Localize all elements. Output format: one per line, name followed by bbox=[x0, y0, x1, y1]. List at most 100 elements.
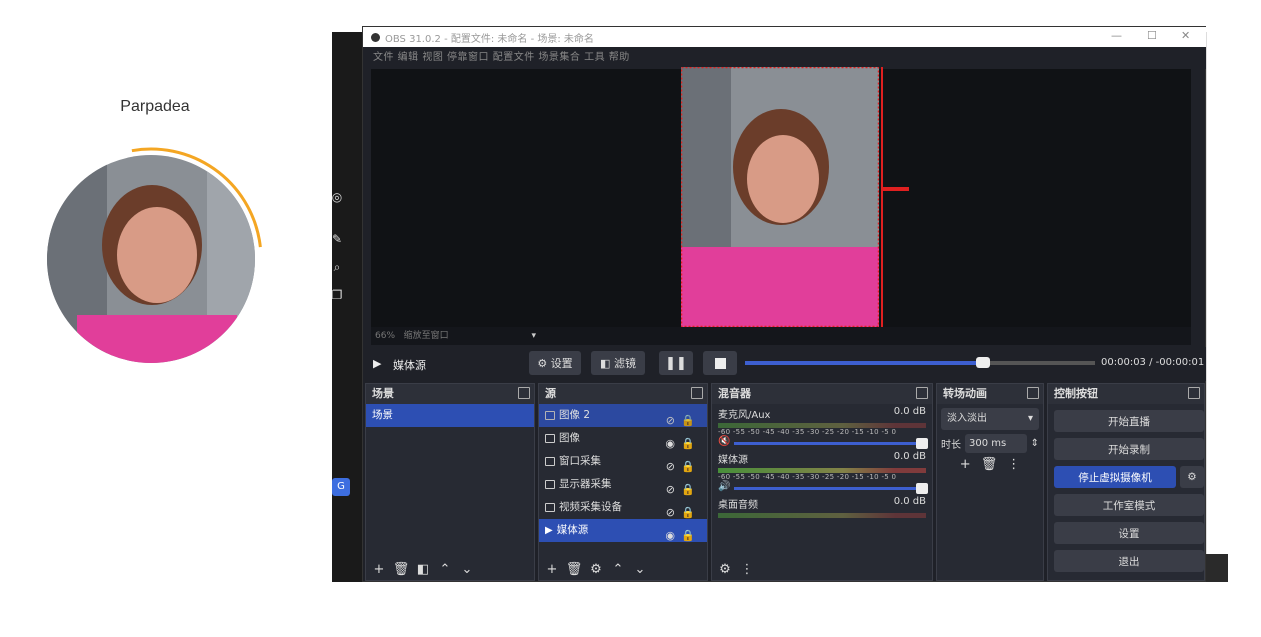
scenes-header: 场景 bbox=[366, 384, 534, 404]
preview-photo-icon bbox=[681, 67, 879, 327]
search-icon[interactable]: ⌕ bbox=[330, 260, 344, 274]
dock-icon[interactable] bbox=[691, 387, 703, 399]
close-icon[interactable]: ✕ bbox=[1181, 29, 1190, 42]
pause-button[interactable]: ❚❚ bbox=[659, 351, 693, 375]
level-meter bbox=[718, 468, 926, 473]
add-icon[interactable]: + bbox=[370, 562, 388, 577]
controls-title: 控制按钮 bbox=[1054, 387, 1098, 400]
zoom-dropdown-icon[interactable]: ▾ bbox=[532, 331, 537, 341]
time-display: 00:00:03 / -00:00:01 bbox=[1101, 357, 1204, 368]
scenes-panel: 场景 场景 + 🗑 ◧ ⌃ ⌄ bbox=[365, 383, 535, 581]
control-settings-button[interactable]: 设置 bbox=[1054, 522, 1204, 544]
mixer-track: 媒体源 0.0 dB -60 -55 -50 -45 -40 -35 -30 -2… bbox=[712, 449, 932, 494]
dock-icon[interactable] bbox=[916, 387, 928, 399]
track-db: 0.0 dB bbox=[893, 496, 926, 507]
source-item[interactable]: 窗口采集 ⊘ 🔒 bbox=[539, 450, 707, 473]
source-item[interactable]: 图像 ◉ 🔒 bbox=[539, 427, 707, 450]
image-icon bbox=[545, 411, 555, 420]
minimize-icon[interactable]: — bbox=[1111, 29, 1122, 42]
transitions-title: 转场动画 bbox=[943, 387, 987, 400]
exit-button[interactable]: 退出 bbox=[1054, 550, 1204, 572]
speaker-icon[interactable]: 🔊 bbox=[718, 481, 730, 492]
sources-footer: + 🗑 ⚙ ⌃ ⌄ bbox=[539, 558, 707, 580]
trash-icon[interactable]: 🗑 bbox=[392, 562, 410, 577]
start-record-button[interactable]: 开始录制 bbox=[1054, 438, 1204, 460]
transition-select[interactable]: 淡入淡出 ▾ bbox=[941, 408, 1039, 430]
controls-header: 控制按钮 bbox=[1048, 384, 1204, 404]
menu-bar[interactable]: 文件 编辑 视图 停靠窗口 配置文件 场景集合 工具 帮助 bbox=[363, 47, 1207, 69]
settings-button[interactable]: ⚙ 设置 bbox=[529, 351, 581, 375]
copy-icon[interactable]: ❐ bbox=[330, 288, 344, 302]
start-stream-button[interactable]: 开始直播 bbox=[1054, 410, 1204, 432]
scene-item[interactable]: 场景 bbox=[366, 404, 534, 427]
source-item[interactable]: 视频采集设备 ⊘ 🔒 bbox=[539, 496, 707, 519]
track-name: 媒体源 bbox=[718, 455, 748, 466]
seek-track[interactable] bbox=[745, 357, 1095, 368]
gear-icon[interactable]: ⚙ bbox=[587, 562, 605, 577]
obs-window: OBS 31.0.2 - 配置文件: 未命名 - 场景: 未命名 — ☐ ✕ 文… bbox=[362, 26, 1207, 582]
chevron-up-icon[interactable]: ⌃ bbox=[436, 562, 454, 577]
studio-mode-button[interactable]: 工作室模式 bbox=[1054, 494, 1204, 516]
controls-panel: 控制按钮 开始直播 开始录制 停止虚拟摄像机 ⚙ 工作室模式 设置 退出 bbox=[1047, 383, 1205, 581]
profile-name: Parpadea bbox=[120, 98, 190, 115]
level-meter bbox=[718, 423, 926, 428]
duration-input[interactable]: 300 ms bbox=[965, 434, 1027, 453]
dropdown-icon: ▾ bbox=[1027, 413, 1033, 424]
virtual-cam-settings-button[interactable]: ⚙ bbox=[1180, 466, 1204, 488]
mixer-footer: ⚙ ⋮ bbox=[712, 558, 932, 580]
seek-fill bbox=[745, 361, 983, 365]
play-icon[interactable]: ▶ bbox=[373, 357, 381, 370]
maximize-icon[interactable]: ☐ bbox=[1147, 29, 1157, 42]
gear-icon[interactable]: ⚙ bbox=[716, 562, 734, 577]
volume-slider[interactable] bbox=[734, 438, 928, 449]
source-item[interactable]: 显示器采集 ⊘ 🔒 bbox=[539, 473, 707, 496]
openai-icon[interactable]: ◎ bbox=[330, 190, 344, 204]
trash-icon[interactable]: 🗑 bbox=[565, 562, 583, 577]
zoom-bar[interactable]: 66% 缩放至窗口 ▾ bbox=[371, 327, 1191, 345]
media-controls: ▶ 媒体源 ⚙ 设置 ◧ 滤镜 ❚❚ 00:00:03 / -00:00:01 bbox=[363, 347, 1207, 381]
trash-icon[interactable]: 🗑 bbox=[981, 457, 998, 472]
obs-titlebar: OBS 31.0.2 - 配置文件: 未命名 - 场景: 未命名 — ☐ ✕ bbox=[363, 27, 1207, 47]
dock-icon[interactable] bbox=[518, 387, 530, 399]
chevron-up-icon[interactable]: ⌃ bbox=[609, 562, 627, 577]
translate-icon[interactable]: G bbox=[332, 478, 350, 496]
add-icon[interactable]: + bbox=[960, 457, 971, 472]
preview-source[interactable] bbox=[681, 67, 879, 327]
camera-icon bbox=[545, 503, 555, 512]
chevron-down-icon[interactable]: ⌄ bbox=[631, 562, 649, 577]
obs-logo-icon bbox=[371, 32, 380, 42]
filter-icon: ◧ bbox=[600, 356, 611, 370]
selection-handle[interactable] bbox=[883, 187, 909, 191]
filter-button[interactable]: ◧ 滤镜 bbox=[591, 351, 645, 375]
edit-icon[interactable]: ✎ bbox=[330, 232, 344, 246]
meter-scale: -60 -55 -50 -45 -40 -35 -30 -25 -20 -15 … bbox=[718, 473, 897, 481]
mute-icon[interactable]: 🔇 bbox=[718, 436, 730, 447]
spin-icon[interactable]: ⇕ bbox=[1031, 438, 1039, 449]
more-icon[interactable]: ⋮ bbox=[1007, 457, 1020, 472]
transition-selected: 淡入淡出 bbox=[947, 413, 987, 424]
more-icon[interactable]: ⋮ bbox=[738, 562, 756, 577]
dock-icon[interactable] bbox=[1188, 387, 1200, 399]
filter-icon[interactable]: ◧ bbox=[414, 562, 432, 577]
current-source: 媒体源 bbox=[393, 359, 426, 372]
eye-icon[interactable]: ◉ bbox=[665, 524, 675, 547]
scenes-title: 场景 bbox=[372, 387, 394, 400]
source-item[interactable]: ▶ 媒体源 ◉ 🔒 bbox=[539, 519, 707, 542]
seek-thumb[interactable] bbox=[976, 357, 990, 368]
source-item[interactable]: 图像 2 ⊘ 🔒 bbox=[539, 404, 707, 427]
dock-icon[interactable] bbox=[1027, 387, 1039, 399]
mixer-title: 混音器 bbox=[718, 387, 751, 400]
stop-virtual-cam-button[interactable]: 停止虚拟摄像机 bbox=[1054, 466, 1176, 488]
lock-icon[interactable]: 🔒 bbox=[681, 524, 695, 547]
add-icon[interactable]: + bbox=[543, 562, 561, 577]
level-meter bbox=[718, 513, 926, 518]
scenes-footer: + 🗑 ◧ ⌃ ⌄ bbox=[366, 558, 534, 580]
source-label: 视频采集设备 bbox=[559, 501, 622, 513]
track-db: 0.0 dB bbox=[893, 406, 926, 417]
volume-slider[interactable] bbox=[734, 483, 928, 494]
stop-button[interactable] bbox=[703, 351, 737, 375]
avatar[interactable] bbox=[38, 146, 264, 372]
chevron-down-icon[interactable]: ⌄ bbox=[458, 562, 476, 577]
meter-scale: -60 -55 -50 -45 -40 -35 -30 -25 -20 -15 … bbox=[718, 428, 897, 436]
play-icon: ▶ bbox=[545, 525, 553, 536]
